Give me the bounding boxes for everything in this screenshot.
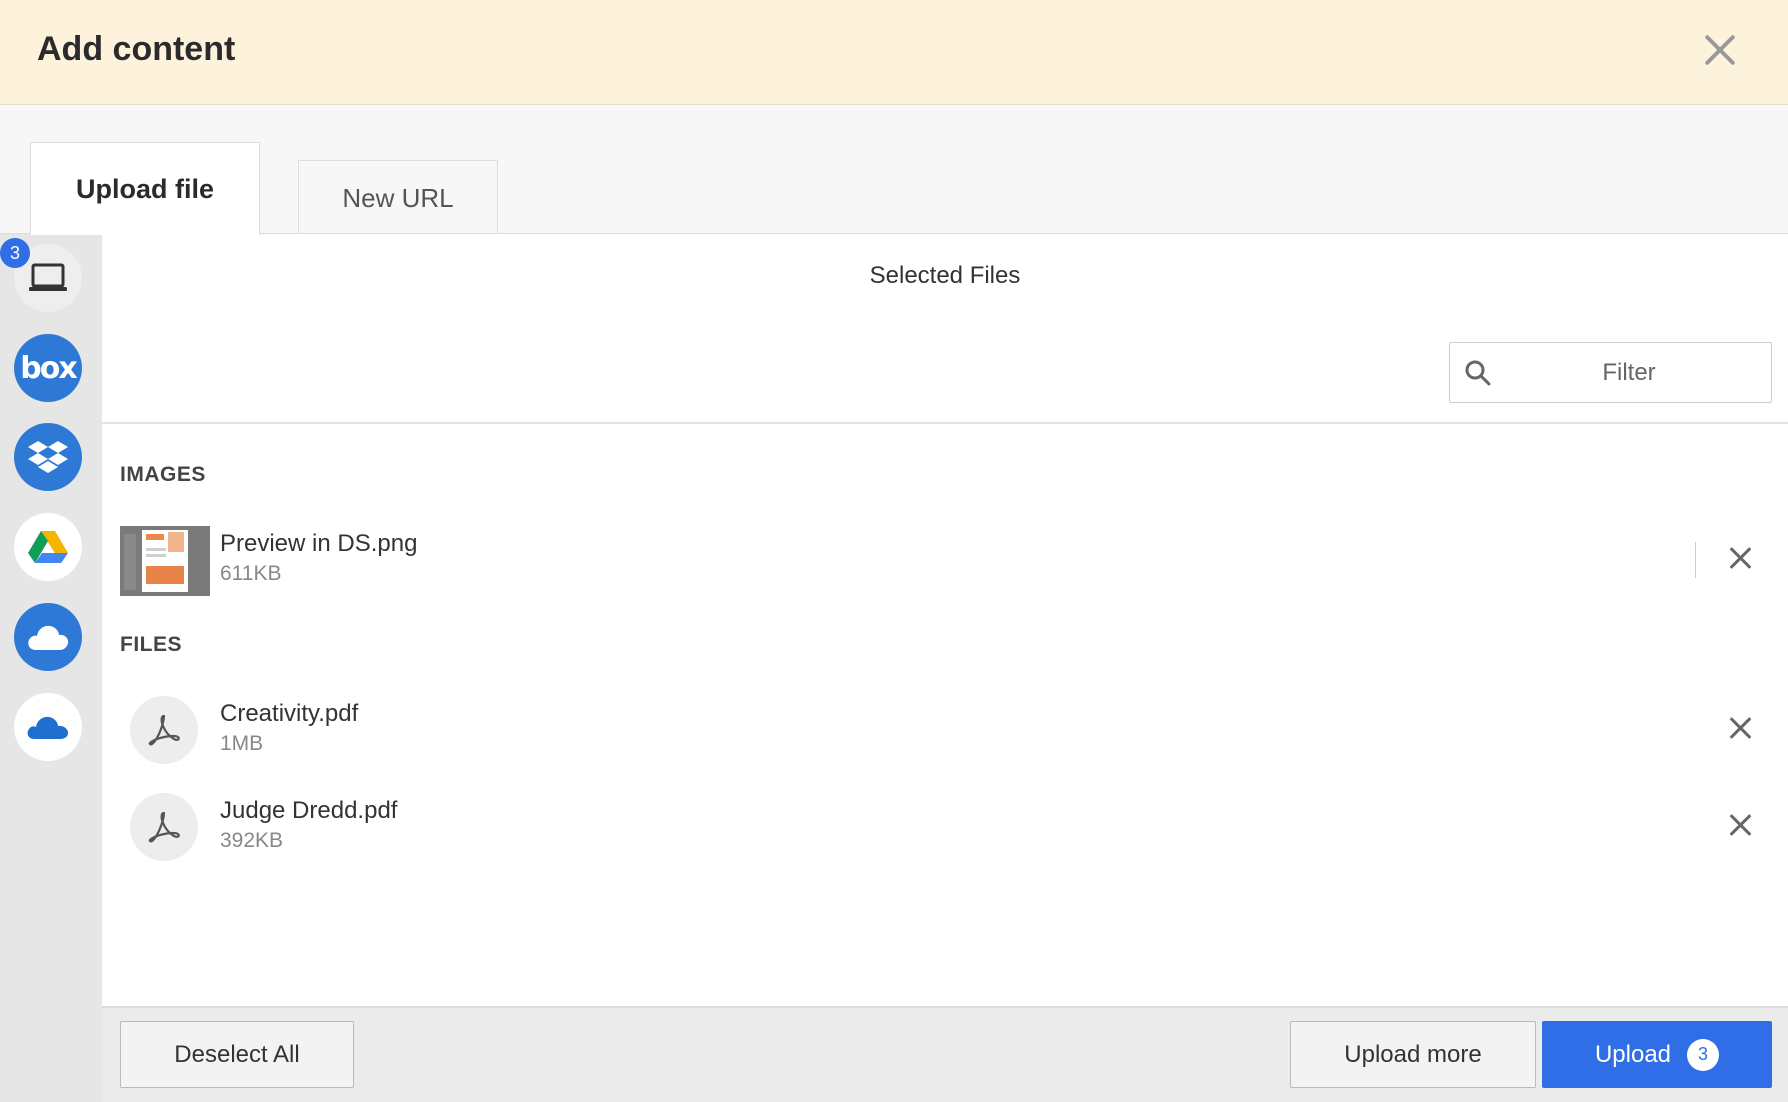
panel-divider bbox=[102, 422, 1788, 424]
selected-count-badge: 3 bbox=[0, 238, 30, 268]
file-size: 611KB bbox=[220, 562, 282, 585]
computer-icon bbox=[29, 263, 67, 291]
google-drive-icon bbox=[28, 531, 68, 563]
cloud-icon bbox=[28, 625, 69, 650]
file-name: Creativity.pdf bbox=[220, 700, 359, 727]
selected-files-heading: Selected Files bbox=[869, 262, 1021, 289]
images-section-label: IMAGES bbox=[120, 463, 206, 486]
pdf-icon bbox=[130, 793, 198, 861]
remove-icon[interactable] bbox=[1726, 714, 1756, 744]
file-name: Preview in DS.png bbox=[220, 530, 418, 557]
source-dropbox[interactable] bbox=[14, 423, 82, 491]
dialog-header: Add content bbox=[0, 0, 1788, 105]
list-item[interactable]: Judge Dredd.pdf 392KB bbox=[102, 793, 1788, 873]
upload-button-label: Upload bbox=[1594, 1040, 1672, 1068]
box-icon: box bbox=[20, 350, 77, 386]
tab-upload-file[interactable]: Upload file bbox=[30, 142, 260, 235]
upload-count-badge: 3 bbox=[1687, 1038, 1720, 1071]
source-google-drive[interactable] bbox=[14, 513, 82, 581]
file-size: 1MB bbox=[220, 732, 264, 755]
search-icon bbox=[1465, 360, 1491, 386]
pdf-icon bbox=[130, 696, 198, 764]
deselect-all-button[interactable]: Deselect All bbox=[120, 1021, 354, 1088]
onedrive-icon bbox=[27, 716, 69, 739]
remove-icon[interactable] bbox=[1726, 811, 1756, 841]
file-name: Judge Dredd.pdf bbox=[220, 797, 398, 824]
close-icon[interactable] bbox=[1698, 28, 1742, 72]
filter-field[interactable] bbox=[1449, 342, 1772, 403]
source-cloud[interactable] bbox=[14, 603, 82, 671]
upload-button[interactable]: Upload 3 bbox=[1542, 1021, 1772, 1088]
list-item[interactable]: Preview in DS.png 611KB bbox=[102, 526, 1788, 606]
filter-input[interactable] bbox=[1500, 351, 1758, 395]
source-box[interactable]: box bbox=[14, 334, 82, 402]
tab-new-url[interactable]: New URL bbox=[298, 160, 498, 235]
list-item[interactable]: Creativity.pdf 1MB bbox=[102, 696, 1788, 776]
file-size: 392KB bbox=[220, 829, 284, 852]
image-thumbnail bbox=[120, 526, 210, 596]
remove-icon[interactable] bbox=[1726, 544, 1756, 574]
upload-more-button[interactable]: Upload more bbox=[1290, 1021, 1536, 1088]
dialog-title: Add content bbox=[37, 30, 236, 68]
row-separator bbox=[1695, 542, 1696, 578]
source-onedrive[interactable] bbox=[14, 693, 82, 761]
dropbox-icon bbox=[28, 441, 68, 473]
files-section-label: FILES bbox=[120, 633, 183, 656]
